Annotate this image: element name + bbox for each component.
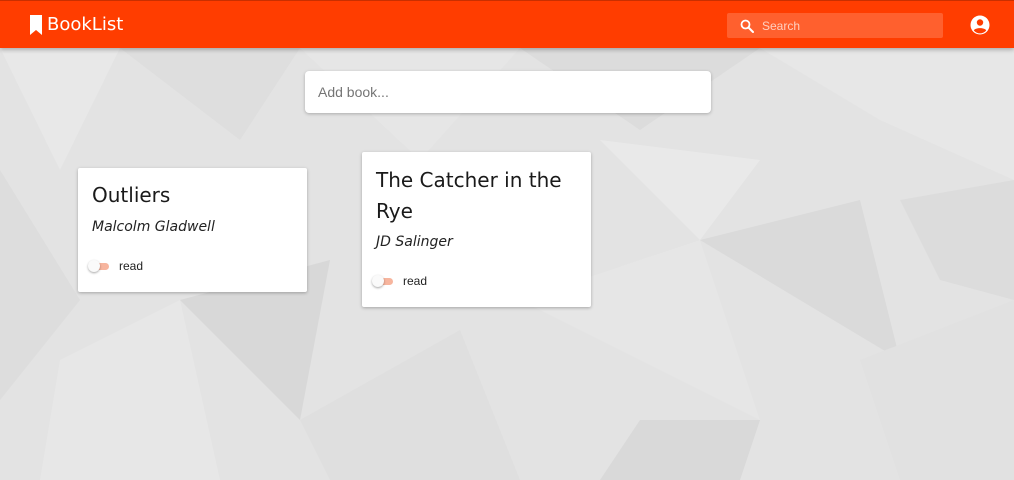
read-toggle[interactable]: read	[372, 274, 427, 288]
brand[interactable]: BookList	[28, 14, 123, 36]
add-book-input[interactable]	[305, 71, 698, 113]
book-card: Outliers Malcolm Gladwell read	[78, 168, 307, 292]
read-toggle[interactable]: read	[88, 259, 143, 273]
switch-thumb[interactable]	[88, 260, 100, 272]
switch-thumb[interactable]	[372, 275, 384, 287]
book-card: The Catcher in the Rye JD Salinger read	[362, 152, 591, 307]
book-author: JD Salinger	[376, 234, 453, 250]
search-input[interactable]	[762, 18, 932, 33]
book-title: The Catcher in the Rye	[376, 168, 562, 223]
account-circle-icon[interactable]	[970, 15, 990, 35]
bookmark-icon	[30, 15, 42, 35]
book-author: Malcolm Gladwell	[92, 219, 215, 235]
search-icon	[740, 19, 754, 33]
app-title: BookList	[47, 14, 124, 35]
read-switch[interactable]	[372, 274, 393, 288]
add-book-box	[305, 71, 711, 113]
book-title: Outliers	[92, 183, 171, 207]
read-label: read	[403, 274, 428, 288]
read-label: read	[119, 259, 144, 273]
search-box[interactable]	[727, 13, 943, 38]
top-app-bar: BookList	[0, 0, 1014, 48]
read-switch[interactable]	[88, 259, 109, 273]
